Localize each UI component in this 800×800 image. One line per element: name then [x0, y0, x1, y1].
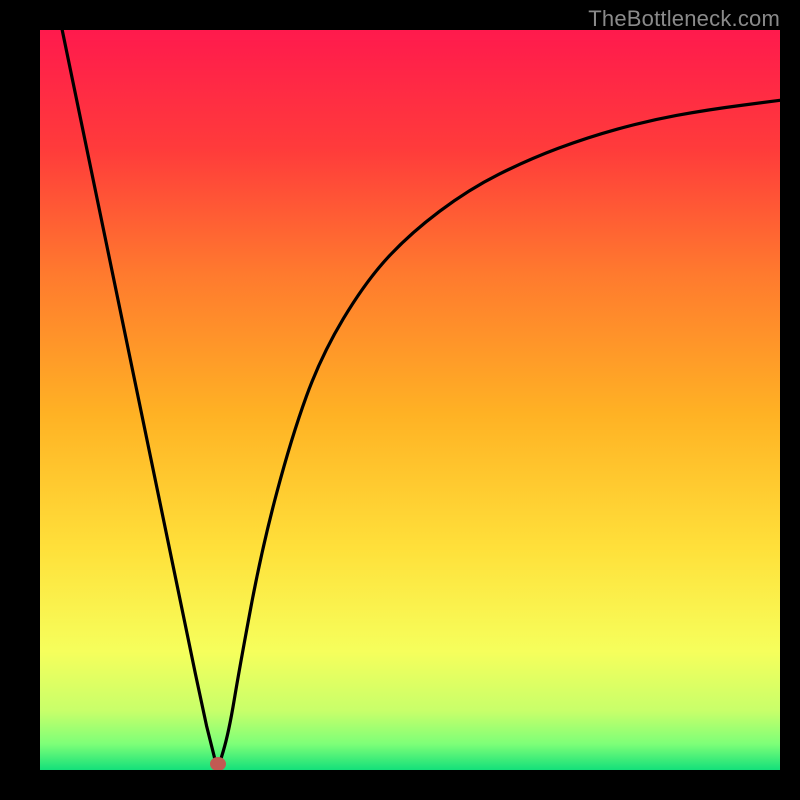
curve-layer	[40, 30, 780, 770]
watermark-text: TheBottleneck.com	[588, 6, 780, 32]
chart-frame: TheBottleneck.com	[0, 0, 800, 800]
plot-area	[40, 30, 780, 770]
bottleneck-curve	[62, 30, 780, 770]
optimal-point-marker	[210, 757, 226, 770]
